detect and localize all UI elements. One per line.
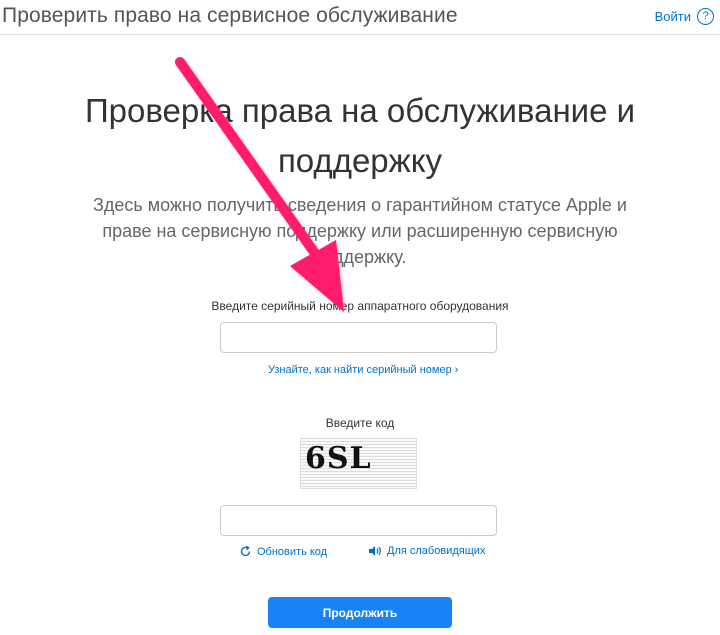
serial-number-input[interactable] (220, 322, 497, 353)
audio-captcha-label: Для слабовидящих (387, 545, 486, 557)
audio-captcha-button[interactable]: Для слабовидящих (368, 545, 485, 557)
code-label: Введите код (325, 416, 395, 430)
intro-text: Здесь можно получить сведения о гарантий… (93, 195, 627, 267)
refresh-code-label: Обновить код (257, 545, 328, 558)
speaker-icon (369, 546, 381, 556)
login-link[interactable]: Войти ? (655, 8, 714, 25)
find-serial-link[interactable]: Узнайте, как найти серийный номер › (268, 364, 458, 376)
captcha-image: 6SL (300, 438, 417, 489)
refresh-icon (240, 545, 251, 557)
continue-button[interactable]: Продолжить (268, 597, 452, 628)
top-bar: Проверить право на сервисное обслуживани… (0, 0, 720, 35)
page-title: Проверить право на сервисное обслуживани… (2, 4, 458, 27)
refresh-code-button[interactable]: Обновить код (239, 545, 327, 558)
captcha-input[interactable] (220, 505, 497, 536)
help-icon[interactable]: ? (697, 8, 714, 25)
serial-number-label: Введите серийный номер аппаратного обору… (211, 299, 509, 313)
login-label: Войти (654, 9, 691, 24)
captcha-text: 6SL (305, 441, 372, 476)
main-headline: Проверка права на обслуживание и поддерж… (84, 92, 636, 179)
